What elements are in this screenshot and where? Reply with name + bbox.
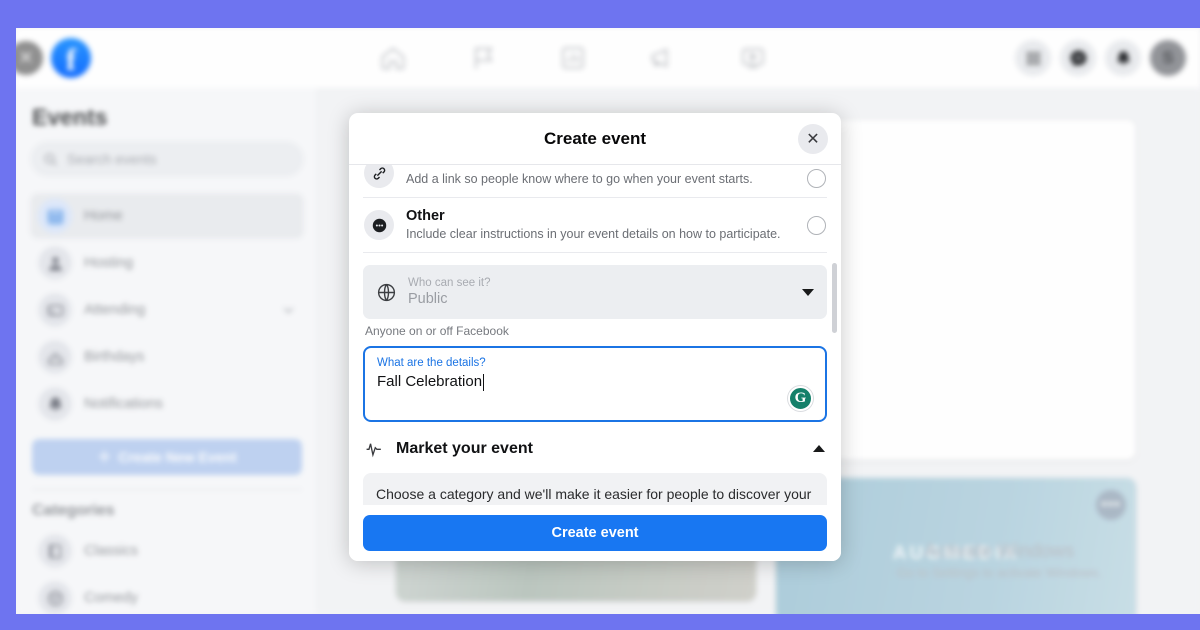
home-icon[interactable] (379, 44, 407, 72)
messenger-icon[interactable] (1060, 40, 1096, 76)
nav-right-group: S (1015, 40, 1200, 76)
sidebar-item-label: Home (84, 208, 123, 224)
nav-left-group: ✕ f (16, 38, 91, 78)
sidebar-item-home[interactable]: Home (30, 193, 304, 239)
sidebar-item-label: Notifications (84, 396, 163, 412)
details-value-wrap: Fall Celebration (377, 371, 813, 393)
person-icon (38, 246, 72, 280)
top-navigation-bar: ✕ f S (16, 28, 1200, 88)
windows-activation-watermark: Activate Windows Go to Settings to activ… (897, 541, 1102, 580)
option-text: Other Include clear instructions in your… (406, 207, 795, 243)
text-caret (483, 373, 485, 391)
categories-heading: Categories (32, 502, 115, 519)
dialog-header: Create event ✕ (349, 113, 841, 165)
events-sidebar: Events Search events Home Hosting Attend… (16, 88, 316, 614)
option-row-other[interactable]: Other Include clear instructions in your… (363, 198, 827, 253)
sidebar-category-classics[interactable]: Classics (30, 528, 304, 574)
dialog-footer: Create event (349, 505, 841, 561)
cake-icon (38, 340, 72, 374)
privacy-value: Public (408, 291, 448, 307)
ticket-icon (38, 293, 72, 327)
avatar-initial: S (1162, 48, 1174, 67)
create-new-event-button[interactable]: ＋ Create New Event (32, 439, 302, 475)
privacy-select[interactable]: Who can see it? Public (363, 265, 827, 319)
section-title: Market your event (396, 439, 533, 457)
privacy-helper-text: Anyone on or off Facebook (365, 324, 509, 338)
bell-icon (38, 387, 72, 421)
watermark-line2: Go to Settings to activate Windows. (896, 565, 1102, 580)
create-new-event-label: Create New Event (118, 449, 237, 465)
bell-icon[interactable] (1105, 40, 1141, 76)
option-description: Include clear instructions in your event… (406, 227, 781, 241)
sidebar-item-attending[interactable]: Attending (30, 287, 304, 333)
facebook-logo-icon[interactable]: f (51, 38, 91, 78)
video-play-icon[interactable] (739, 44, 767, 72)
facebook-logo-letter: f (65, 42, 77, 77)
sidebar-category-label: Comedy (84, 590, 138, 606)
chevron-down-icon[interactable] (802, 288, 814, 296)
book-icon (38, 534, 72, 568)
search-input[interactable]: Search events (30, 141, 304, 177)
sidebar-item-label: Hosting (84, 255, 134, 271)
page-title: Events (32, 104, 108, 130)
plus-icon: ＋ (97, 449, 112, 465)
flag-icon[interactable] (469, 44, 497, 72)
smiley-icon (38, 581, 72, 614)
dialog-scrollbar[interactable] (832, 263, 837, 333)
sidebar-divider (32, 489, 302, 490)
dialog-body: Add a link so people know where to go wh… (349, 165, 841, 505)
calendar-grid-icon (38, 199, 72, 233)
option-radio[interactable] (807, 215, 826, 235)
close-icon[interactable]: ✕ (798, 124, 828, 154)
option-description: Add a link so people know where to go wh… (406, 172, 753, 186)
create-event-submit-label: Create event (551, 525, 639, 541)
megaphone-icon[interactable] (649, 44, 677, 72)
sidebar-item-label: Birthdays (84, 349, 145, 365)
create-event-dialog: Create event ✕ Add a link so people know… (349, 113, 841, 561)
sidebar-item-label: Attending (84, 302, 146, 318)
sidebar-category-label: Classics (84, 543, 138, 559)
option-text: Add a link so people know where to go wh… (406, 170, 795, 188)
option-row-link[interactable]: Add a link so people know where to go wh… (363, 165, 827, 198)
ellipsis-icon (364, 210, 394, 240)
details-label: What are the details? (377, 357, 486, 369)
close-icon[interactable]: ✕ (16, 41, 43, 75)
sidebar-category-comedy[interactable]: Comedy (30, 575, 304, 614)
dialog-title: Create event (543, 128, 647, 148)
market-your-event-header[interactable]: Market your event (363, 422, 827, 473)
ellipsis-icon[interactable]: ••• (1096, 490, 1126, 520)
category-note: Choose a category and we'll make it easi… (363, 473, 827, 505)
link-icon (364, 165, 394, 188)
chevron-up-icon[interactable] (813, 445, 825, 452)
grid-menu-icon[interactable] (1015, 40, 1051, 76)
nav-center-tabs (131, 44, 1015, 72)
avatar[interactable]: S (1150, 40, 1186, 76)
watermark-line1: Activate Windows (924, 541, 1075, 562)
privacy-select-text: Who can see it? Public (408, 276, 791, 308)
privacy-label: Who can see it? (408, 277, 491, 289)
sidebar-item-birthdays[interactable]: Birthdays (30, 334, 304, 380)
browser-viewport: ✕ f S Events Search events Home Hosting … (16, 28, 1200, 614)
details-input[interactable]: What are the details? Fall Celebration G (363, 346, 827, 422)
globe-icon (377, 283, 396, 301)
option-radio[interactable] (807, 169, 826, 188)
option-name: Other (406, 208, 445, 224)
sidebar-item-hosting[interactable]: Hosting (30, 240, 304, 286)
sidebar-item-notifications[interactable]: Notifications (30, 381, 304, 427)
pulse-icon (366, 443, 381, 458)
search-placeholder: Search events (67, 151, 157, 167)
purple-frame: ✕ f S Events Search events Home Hosting … (0, 0, 1200, 630)
grammarly-icon[interactable]: G (788, 386, 813, 411)
create-event-submit-button[interactable]: Create event (363, 515, 827, 551)
details-value: Fall Celebration (377, 373, 483, 390)
bar-chart-icon[interactable] (559, 44, 587, 72)
search-icon (44, 153, 57, 166)
chevron-down-icon[interactable] (281, 303, 296, 318)
